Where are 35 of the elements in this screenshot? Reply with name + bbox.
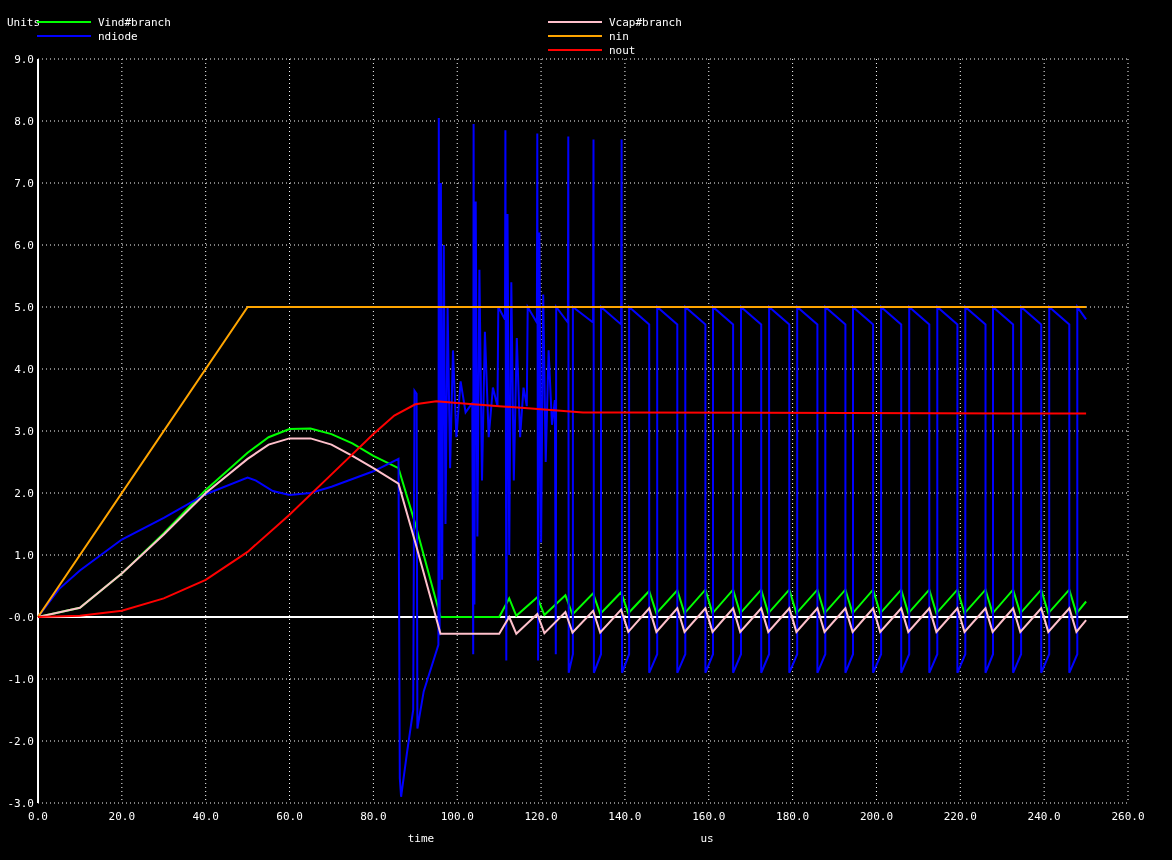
legend-label: nout (609, 44, 636, 57)
x-tick-label: 20.0 (108, 810, 136, 823)
x-tick-label: 120.0 (524, 810, 558, 823)
y-tick-label: 7.0 (14, 177, 34, 190)
x-tick-label: 240.0 (1027, 810, 1061, 823)
y-axis-label: Units (7, 16, 41, 29)
legend-label: nin (609, 30, 629, 43)
y-tick-label: -3.0 (7, 797, 34, 810)
y-tick-label: 3.0 (14, 425, 34, 438)
y-tick-label: 5.0 (14, 301, 34, 314)
y-tick-label: -0.0 (7, 611, 34, 624)
legend-label: Vind#branch (98, 16, 171, 29)
y-tick-label: 8.0 (14, 115, 34, 128)
x-tick-label: 200.0 (859, 810, 893, 823)
x-tick-label: 140.0 (608, 810, 642, 823)
y-tick-label: 6.0 (14, 239, 34, 252)
x-tick-label: 160.0 (692, 810, 726, 823)
x-tick-label: 80.0 (360, 810, 387, 823)
x-tick-label: 100.0 (440, 810, 474, 823)
y-tick-label: 9.0 (14, 53, 34, 66)
y-tick-label: -2.0 (7, 735, 34, 748)
x-axis-label: time (407, 832, 435, 845)
legend-label: Vcap#branch (609, 16, 682, 29)
x-tick-label: 60.0 (276, 810, 303, 823)
y-tick-label: -1.0 (7, 673, 34, 686)
x-tick-label: 220.0 (943, 810, 977, 823)
x-unit-label: us (700, 832, 714, 845)
x-tick-label: 180.0 (776, 810, 810, 823)
x-tick-label: 0.0 (28, 810, 48, 823)
y-tick-label: 1.0 (14, 549, 34, 562)
y-tick-label: 4.0 (14, 363, 34, 376)
x-tick-label: 40.0 (192, 810, 219, 823)
y-tick-label: 2.0 (14, 487, 34, 500)
legend-label: ndiode (98, 30, 138, 43)
x-tick-label: 260.0 (1111, 810, 1145, 823)
